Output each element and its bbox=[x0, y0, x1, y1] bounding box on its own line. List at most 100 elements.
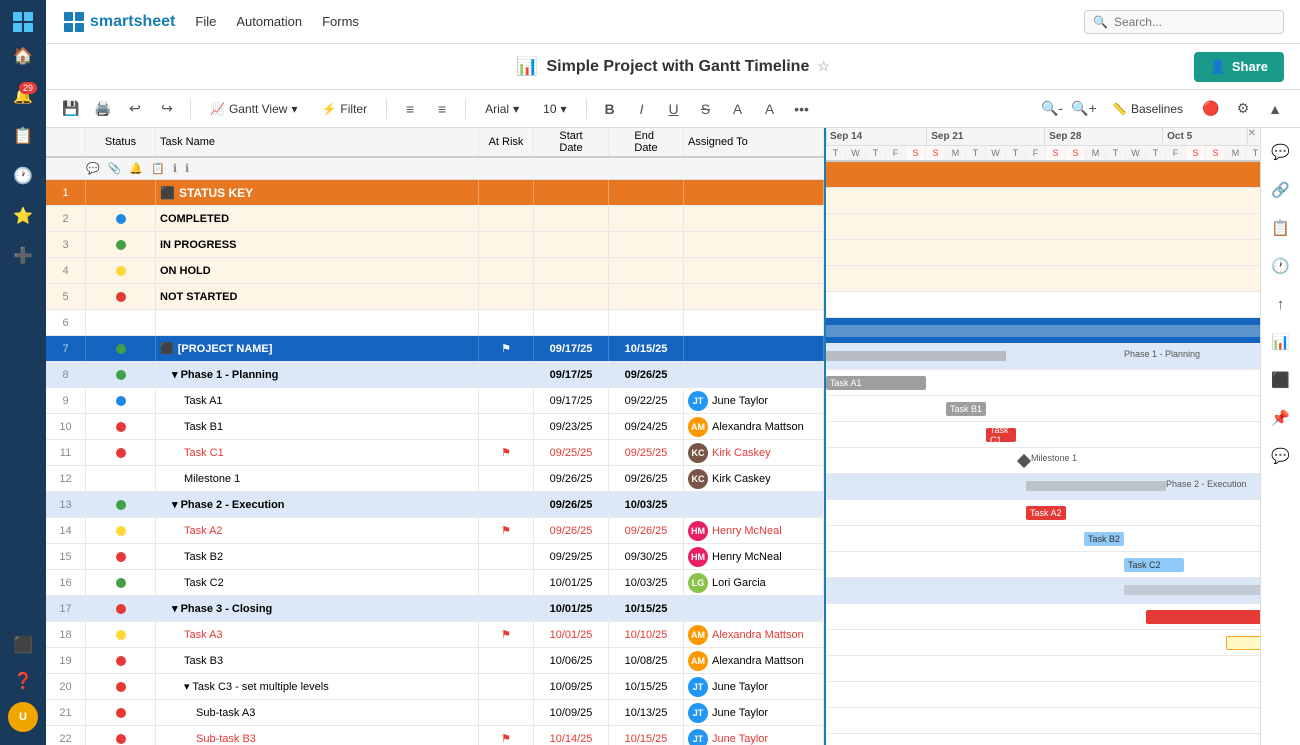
gantt-close-button[interactable]: ✕ bbox=[1248, 128, 1256, 145]
table-row[interactable]: 1 ⬛ STATUS KEY bbox=[46, 180, 824, 206]
search-box[interactable]: 🔍 bbox=[1084, 10, 1284, 34]
rp-comments-icon[interactable]: 💬 bbox=[1265, 136, 1297, 168]
table-row[interactable]: 6 bbox=[46, 310, 824, 336]
table-row[interactable]: 18 Task A3 ⚑ 10/01/25 10/10/25 AM Alexan… bbox=[46, 622, 824, 648]
strikethrough-icon[interactable]: S bbox=[693, 96, 719, 122]
nav-automation[interactable]: Automation bbox=[236, 14, 302, 29]
table-row[interactable]: 22 Sub-task B3 ⚑ 10/14/25 10/15/25 JT Ju… bbox=[46, 726, 824, 745]
align-right-icon[interactable]: ≡ bbox=[429, 96, 455, 122]
toolbar-redo-icon[interactable]: ↪ bbox=[154, 96, 180, 122]
toolbar-print-icon[interactable]: 🖨️ bbox=[90, 96, 116, 122]
underline-icon[interactable]: U bbox=[661, 96, 687, 122]
rp-sheets-icon[interactable]: 📋 bbox=[1265, 212, 1297, 244]
rp-comment2-icon[interactable]: 💬 bbox=[1265, 440, 1297, 472]
row-num: 10 bbox=[46, 414, 86, 439]
zoom-in-icon[interactable]: 🔍+ bbox=[1071, 96, 1097, 122]
gantt-day: T bbox=[1106, 146, 1126, 160]
gantt-bar-task-b1: Task B1 bbox=[946, 402, 986, 416]
more-icon[interactable]: ••• bbox=[789, 96, 815, 122]
row-num: 16 bbox=[46, 570, 86, 595]
info-icon: ℹ bbox=[185, 162, 189, 175]
baselines-button[interactable]: 📏 Baselines bbox=[1103, 98, 1192, 120]
share-button[interactable]: 👤 Share bbox=[1194, 52, 1284, 82]
table-row[interactable]: 9 Task A1 09/17/25 09/22/25 JT June Tayl… bbox=[46, 388, 824, 414]
settings-icon[interactable]: ⚙ bbox=[1230, 96, 1256, 122]
collapse-icon[interactable]: ▲ bbox=[1262, 96, 1288, 122]
table-row[interactable]: 13 ▾ Phase 2 - Execution 09/26/25 10/03/… bbox=[46, 492, 824, 518]
row-num: 3 bbox=[46, 232, 86, 257]
row-status bbox=[86, 700, 156, 725]
sidebar-recent[interactable]: 🕐 bbox=[5, 158, 41, 194]
row-num: 4 bbox=[46, 258, 86, 283]
table-row[interactable]: 4 ON HOLD bbox=[46, 258, 824, 284]
table-row[interactable]: 15 Task B2 09/29/25 09/30/25 HM Henry Mc… bbox=[46, 544, 824, 570]
table-row[interactable]: 21 Sub-task A3 10/09/25 10/13/25 JT June… bbox=[46, 700, 824, 726]
table-row[interactable]: 16 Task C2 10/01/25 10/03/25 LG Lori Gar… bbox=[46, 570, 824, 596]
text-color-icon[interactable]: A bbox=[757, 96, 783, 122]
gantt-row bbox=[826, 578, 1260, 604]
row-risk bbox=[479, 232, 534, 257]
table-row[interactable]: 5 NOT STARTED bbox=[46, 284, 824, 310]
sidebar-home[interactable]: 🏠 bbox=[5, 38, 41, 74]
gantt-row bbox=[826, 188, 1260, 214]
table-row[interactable]: 3 IN PROGRESS bbox=[46, 232, 824, 258]
sidebar-avatar[interactable]: U bbox=[5, 699, 41, 735]
rp-publish-icon[interactable]: ↑ bbox=[1265, 288, 1297, 320]
row-num: 2 bbox=[46, 206, 86, 231]
rp-pin-icon[interactable]: 📌 bbox=[1265, 402, 1297, 434]
toolbar-save-icon[interactable]: 💾 bbox=[58, 96, 84, 122]
gantt-view-button[interactable]: 📈 Gantt View ▾ bbox=[201, 98, 306, 120]
row-assigned: KC Kirk Caskey bbox=[684, 466, 824, 491]
brand-logo: smartsheet bbox=[62, 10, 175, 34]
table-row[interactable]: 10 Task B1 09/23/25 09/24/25 AM Alexandr… bbox=[46, 414, 824, 440]
row-num: 18 bbox=[46, 622, 86, 647]
critical-path-icon[interactable]: 🔴 bbox=[1198, 96, 1224, 122]
row-start: 09/17/25 bbox=[534, 388, 609, 413]
sidebar-browse[interactable]: 📋 bbox=[5, 118, 41, 154]
rp-link-icon[interactable]: 🔗 bbox=[1265, 174, 1297, 206]
chevron-down-icon: ▾ bbox=[291, 102, 297, 116]
row-status bbox=[86, 726, 156, 745]
row-num: 12 bbox=[46, 466, 86, 491]
toolbar-undo-icon[interactable]: ↩ bbox=[122, 96, 148, 122]
bold-icon[interactable]: B bbox=[597, 96, 623, 122]
rp-activity-icon[interactable]: 📊 bbox=[1265, 326, 1297, 358]
sidebar-apps[interactable]: ⬛ bbox=[5, 627, 41, 663]
font-size-select[interactable]: 10 ▾ bbox=[534, 98, 575, 120]
table-row[interactable]: 12 Milestone 1 09/26/25 09/26/25 KC Kirk… bbox=[46, 466, 824, 492]
gantt-day: S bbox=[906, 146, 926, 160]
row-task: ⬛ STATUS KEY bbox=[156, 180, 479, 205]
nav-file[interactable]: File bbox=[195, 14, 216, 29]
table-row[interactable]: 2 COMPLETED bbox=[46, 206, 824, 232]
table-row[interactable]: 7 ⬛ [PROJECT NAME] ⚑ 09/17/25 10/15/25 bbox=[46, 336, 824, 362]
row-end: 10/15/25 bbox=[609, 674, 684, 699]
zoom-out-icon[interactable]: 🔍- bbox=[1039, 96, 1065, 122]
rp-grid-icon[interactable]: ⬛ bbox=[1265, 364, 1297, 396]
sidebar-notifications[interactable]: 🔔 29 bbox=[5, 78, 41, 114]
highlight-icon[interactable]: A bbox=[725, 96, 751, 122]
table-row[interactable]: 19 Task B3 10/06/25 10/08/25 AM Alexandr… bbox=[46, 648, 824, 674]
table-row[interactable]: 14 Task A2 ⚑ 09/26/25 09/26/25 HM Henry … bbox=[46, 518, 824, 544]
star-icon[interactable]: ☆ bbox=[817, 58, 830, 75]
align-left-icon[interactable]: ≡ bbox=[397, 96, 423, 122]
row-risk bbox=[479, 466, 534, 491]
table-row[interactable]: 17 ▾ Phase 3 - Closing 10/01/25 10/15/25 bbox=[46, 596, 824, 622]
table-row[interactable]: 8 ▾ Phase 1 - Planning 09/17/25 09/26/25 bbox=[46, 362, 824, 388]
table-row[interactable]: 11 Task C1 ⚑ 09/25/25 09/25/25 KC Kirk C… bbox=[46, 440, 824, 466]
table-row[interactable]: 20 ▾ Task C3 - set multiple levels 10/09… bbox=[46, 674, 824, 700]
row-start: 10/14/25 bbox=[534, 726, 609, 745]
filter-button[interactable]: ⚡ Filter bbox=[312, 98, 376, 120]
sidebar-favorites[interactable]: ⭐ bbox=[5, 198, 41, 234]
rp-history-icon[interactable]: 🕐 bbox=[1265, 250, 1297, 282]
nav-forms[interactable]: Forms bbox=[322, 14, 359, 29]
sidebar-new[interactable]: ➕ bbox=[5, 238, 41, 274]
search-input[interactable] bbox=[1114, 15, 1274, 29]
gantt-row: Milestone 1 bbox=[826, 448, 1260, 474]
font-select[interactable]: Arial ▾ bbox=[476, 98, 528, 120]
search-icon: 🔍 bbox=[1093, 15, 1108, 29]
row-task: ▾ Phase 3 - Closing bbox=[156, 596, 479, 621]
row-num: 14 bbox=[46, 518, 86, 543]
italic-icon[interactable]: I bbox=[629, 96, 655, 122]
row-start: 09/17/25 bbox=[534, 362, 609, 387]
sidebar-help[interactable]: ❓ bbox=[5, 663, 41, 699]
